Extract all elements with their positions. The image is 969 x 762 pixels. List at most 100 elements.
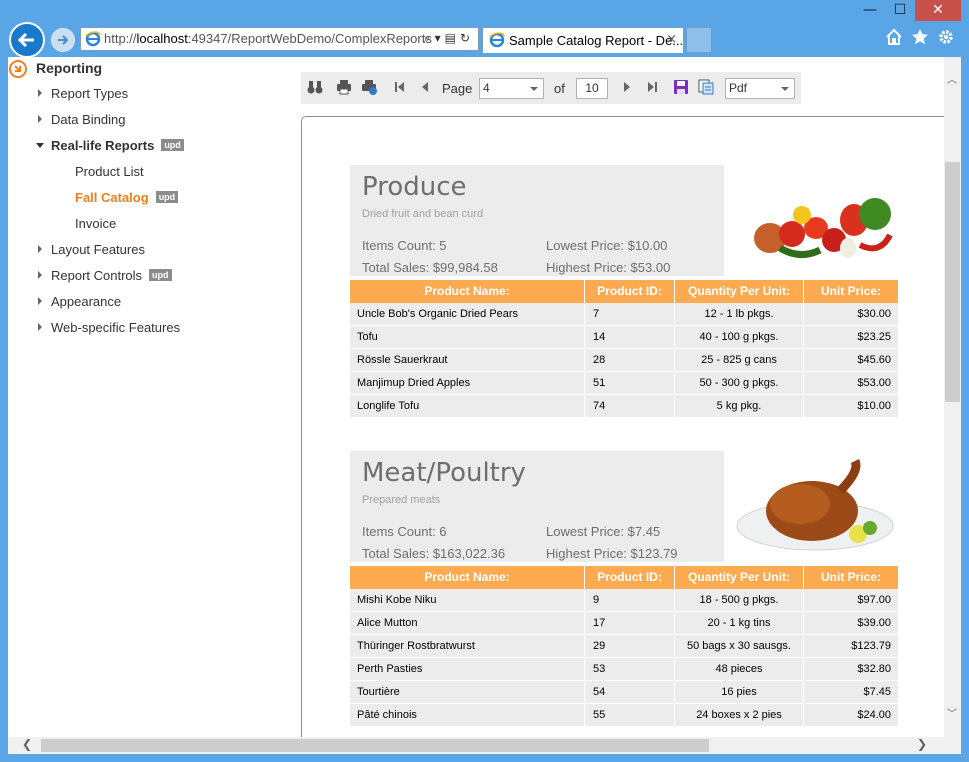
table-cell: 51 (585, 372, 675, 394)
horizontal-scroll-thumb[interactable] (41, 739, 709, 752)
report-toolbar: Page 4 of 10 Pdf (301, 72, 801, 104)
table-cell: $24.00 (857, 709, 891, 721)
chevron-down-icon (530, 87, 538, 91)
category-section: Meat/Poultry Prepared meats Items Count: 6… (350, 451, 900, 727)
total-sales: Total Sales: $99,984.58 (362, 260, 498, 275)
circle-arrow-icon (9, 60, 27, 78)
page-label: Page (442, 81, 473, 96)
table-cell: 18 - 500 g pkgs. (675, 589, 804, 611)
export-format-select[interactable]: Pdf (725, 78, 795, 99)
category-description: Prepared meats (362, 494, 441, 506)
upd-badge: upd (149, 269, 172, 281)
new-tab-button[interactable] (686, 27, 712, 53)
category-name: Produce (362, 172, 467, 202)
scroll-right-icon[interactable]: ❯ (917, 737, 927, 751)
table-cell: $97.00 (857, 594, 891, 606)
back-button[interactable] (9, 22, 45, 58)
column-header: Quantity Per Unit: (675, 280, 804, 303)
minimize-button[interactable]: — (855, 0, 885, 21)
ie-logo-icon (489, 32, 505, 48)
browser-window: — ☐ ✕ http://localhost:49347/ReportWebDe… (0, 0, 969, 762)
arrow-right-icon (58, 35, 69, 45)
ie-logo-icon (85, 31, 101, 47)
previous-page-icon[interactable] (418, 79, 434, 95)
table-cell: $7.45 (863, 686, 891, 698)
export-window-icon[interactable] (698, 79, 714, 95)
table-row: Tourtière 54 16 pies $7.45 (350, 681, 898, 704)
close-button[interactable]: ✕ (915, 0, 961, 21)
home-icon[interactable] (885, 28, 903, 46)
products-table: Product Name: Product ID: Quantity Per Uni… (350, 280, 898, 418)
favorites-star-icon[interactable] (911, 28, 929, 46)
compat-view-icon[interactable]: ▤ (445, 31, 460, 45)
binoculars-search-icon[interactable] (307, 79, 323, 95)
search-icon[interactable]: ⌕ (424, 31, 435, 45)
table-cell: Alice Mutton (350, 612, 585, 634)
lowest-price: Lowest Price: $10.00 (546, 238, 668, 253)
column-header: Product Name: (350, 280, 585, 303)
table-cell: 24 boxes x 2 pies (675, 704, 804, 726)
table-cell: 40 - 100 g pkgs. (675, 326, 804, 348)
table-cell: 48 pieces (675, 658, 804, 680)
table-cell: Uncle Bob's Organic Dried Pears (350, 303, 585, 325)
table-cell: Mishi Kobe Niku (350, 589, 585, 611)
category-name: Meat/Poultry (362, 458, 526, 488)
table-cell: Manjimup Dried Apples (350, 372, 585, 394)
table-cell: 14 (585, 326, 675, 348)
scroll-down-icon[interactable]: ﹀ (947, 705, 957, 720)
gear-icon[interactable] (937, 28, 955, 46)
table-cell: 20 - 1 kg tins (675, 612, 804, 634)
address-tools[interactable]: ⌕▾▤↻ (424, 31, 474, 46)
save-icon[interactable] (673, 79, 689, 95)
vertical-scroll-thumb[interactable] (945, 162, 960, 402)
category-header: Meat/Poultry Prepared meats Items Count: 6… (350, 451, 724, 562)
chevron-down-icon (781, 87, 789, 91)
active-tab[interactable]: Sample Catalog Report - De... × (482, 27, 684, 53)
table-row: Rössle Sauerkraut 28 25 - 825 g cans $45.60 (350, 349, 898, 372)
table-cell: $123.79 (851, 640, 891, 652)
window-controls: — ☐ ✕ (855, 0, 961, 22)
table-cell: Thüringer Rostbratwurst (350, 635, 585, 657)
lowest-price: Lowest Price: $7.45 (546, 524, 661, 539)
horizontal-scrollbar[interactable]: ❮ ❯ (8, 737, 961, 754)
address-bar[interactable]: http://localhost:49347/ReportWebDemo/Com… (80, 27, 479, 51)
table-header: Product Name: Product ID: Quantity Per Uni… (350, 566, 898, 589)
table-cell: $53.00 (857, 377, 891, 389)
column-header: Unit Price: (820, 284, 881, 298)
upd-badge: upd (161, 139, 184, 151)
page-number-select[interactable]: 4 (479, 78, 544, 99)
table-row: Tofu 14 40 - 100 g pkgs. $23.25 (350, 326, 898, 349)
scroll-left-icon[interactable]: ❮ (22, 737, 32, 751)
table-cell: 53 (585, 658, 675, 680)
table-cell: 74 (585, 395, 675, 417)
last-page-icon[interactable] (644, 79, 660, 95)
table-cell: Pâté chinois (350, 704, 585, 726)
scroll-up-icon[interactable]: ︿ (947, 71, 957, 86)
table-row: Perth Pasties 53 48 pieces $32.80 (350, 658, 898, 681)
first-page-icon[interactable] (392, 79, 408, 95)
report-viewer: Produce Dried fruit and bean curd Items Co… (301, 116, 961, 737)
next-page-icon[interactable] (618, 79, 634, 95)
print-icon[interactable] (336, 79, 352, 95)
print-page-icon[interactable] (361, 79, 377, 95)
tab-title: Sample Catalog Report - De... (509, 33, 684, 48)
tab-close-icon[interactable]: × (666, 32, 677, 47)
vertical-scrollbar[interactable]: ︿ ﹀ (944, 57, 961, 737)
table-cell: $45.60 (857, 354, 891, 366)
maximize-button[interactable]: ☐ (885, 0, 915, 21)
browser-titlebar: — ☐ ✕ http://localhost:49347/ReportWebDe… (0, 0, 969, 58)
table-row: Mishi Kobe Niku 9 18 - 500 g pkgs. $97.00 (350, 589, 898, 612)
browser-right-icons (885, 28, 955, 46)
table-header: Product Name: Product ID: Quantity Per Uni… (350, 280, 898, 303)
table-cell: Tofu (350, 326, 585, 348)
refresh-icon[interactable]: ↻ (460, 31, 474, 45)
dropdown-icon[interactable]: ▾ (435, 31, 445, 45)
column-header: Product ID: (585, 566, 675, 589)
forward-button[interactable] (51, 28, 75, 52)
category-description: Dried fruit and bean curd (362, 208, 484, 220)
table-cell: 17 (585, 612, 675, 634)
table-cell: $39.00 (857, 617, 891, 629)
highest-price: Highest Price: $53.00 (546, 260, 671, 275)
table-cell: Longlife Tofu (350, 395, 585, 417)
table-cell: 50 bags x 30 sausgs. (675, 635, 804, 657)
